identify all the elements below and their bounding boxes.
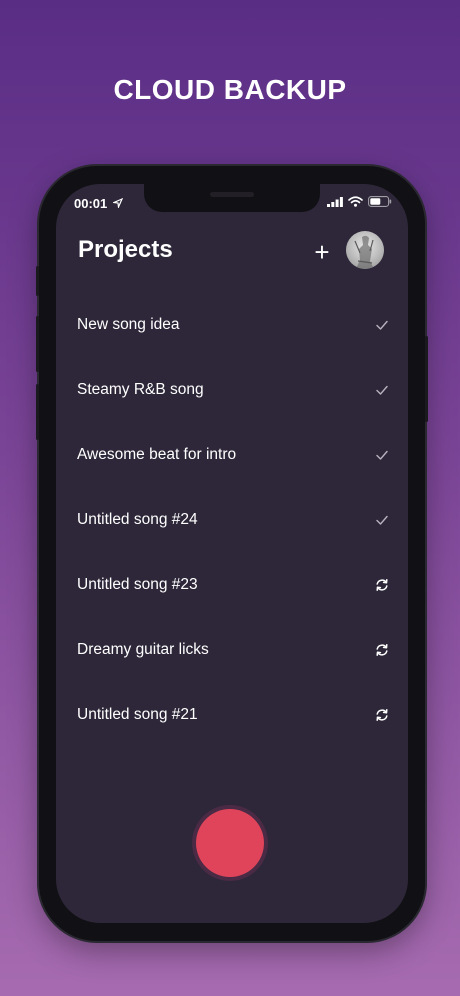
power-button [425,336,428,422]
battery-icon [368,196,392,207]
checkmark-icon [376,320,388,330]
status-time: 00:01 [74,196,124,211]
project-name: Untitled song #21 [77,705,198,723]
avatar[interactable] [346,231,384,269]
wifi-icon [348,196,363,207]
project-name: Untitled song #24 [77,510,198,528]
project-name: Untitled song #23 [77,575,198,593]
project-name: Awesome beat for intro [77,445,237,463]
project-list: New song idea Steamy R&B song Awesome be… [56,292,408,747]
page-title: Projects [78,236,173,263]
phone-frame: 00:01 Projects + New song idea Steamy R&… [36,166,428,941]
notch [144,184,320,212]
status-time-text: 00:01 [74,196,108,211]
project-item[interactable]: Untitled song #23 [56,552,408,617]
app-screen: 00:01 Projects + New song idea Steamy R&… [56,184,408,923]
project-item[interactable]: Dreamy guitar licks [56,617,408,682]
project-item[interactable]: Untitled song #24 [56,487,408,552]
project-item[interactable]: Untitled song #21 [56,682,408,747]
checkmark-icon [376,450,388,460]
headline: CLOUD BACKUP [113,74,347,105]
project-item[interactable]: Awesome beat for intro [56,422,408,487]
sync-icon [376,709,388,721]
project-name: Dreamy guitar licks [77,640,209,658]
record-button[interactable] [196,809,264,877]
sync-icon [376,579,388,591]
cellular-signal-icon [327,196,343,207]
volume-up-button [36,316,39,372]
mute-switch [36,266,39,296]
project-name: Steamy R&B song [77,380,204,398]
location-icon [111,197,124,210]
project-item[interactable]: New song idea [56,292,408,357]
checkmark-icon [376,515,388,525]
status-indicators [327,196,392,207]
sync-icon [376,644,388,656]
checkmark-icon [376,385,388,395]
project-name: New song idea [77,315,180,333]
add-project-button[interactable]: + [310,239,334,265]
avatar-image [354,235,374,269]
volume-down-button [36,384,39,440]
project-item[interactable]: Steamy R&B song [56,357,408,422]
